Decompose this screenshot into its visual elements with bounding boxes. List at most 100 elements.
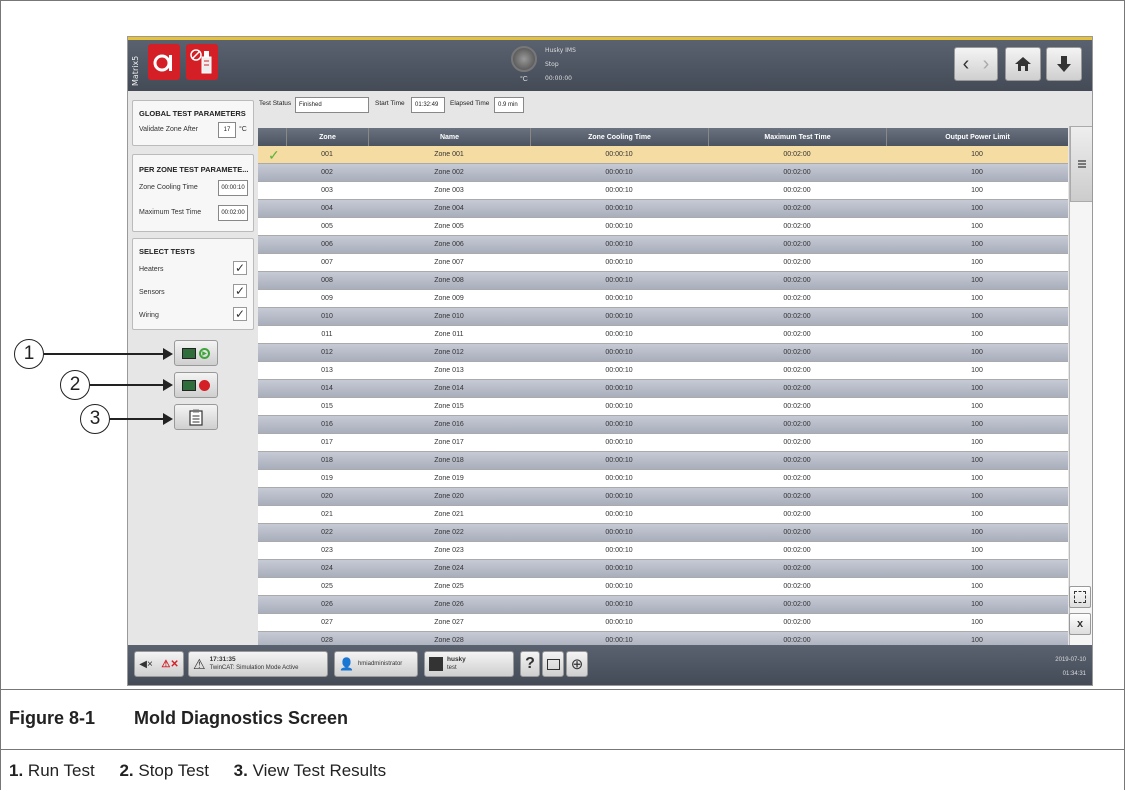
header-output-power-limit[interactable]: Output Power Limit xyxy=(886,128,1068,146)
table-cell: 00:00:10 xyxy=(605,349,633,356)
mold-diagnostics-button[interactable] xyxy=(186,44,218,80)
scroll-handle[interactable] xyxy=(1070,126,1092,202)
elapsed-time-label: Elapsed Time xyxy=(450,100,490,107)
global-test-parameters-panel: GLOBAL TEST PARAMETERS Validate Zone Aft… xyxy=(132,100,254,146)
table-cell: 100 xyxy=(971,511,983,518)
table-row[interactable]: 004 Zone 004 00:00:10 00:02:00 100 xyxy=(258,200,1068,218)
table-cell: 00:00:10 xyxy=(605,331,633,338)
header-check-col xyxy=(258,128,286,146)
table-row[interactable]: 015 Zone 015 00:00:10 00:02:00 100 xyxy=(258,398,1068,416)
table-cell: 100 xyxy=(971,367,983,374)
table-row[interactable]: 016 Zone 016 00:00:10 00:02:00 100 xyxy=(258,416,1068,434)
table-row[interactable]: 020 Zone 020 00:00:10 00:02:00 100 xyxy=(258,488,1068,506)
table-row[interactable]: 026 Zone 026 00:00:10 00:02:00 100 xyxy=(258,596,1068,614)
header-name[interactable]: Name xyxy=(368,128,530,146)
clock: 2019-07-10 01:34:31 xyxy=(1055,653,1086,681)
table-cell: 00:00:10 xyxy=(605,403,633,410)
table-row[interactable]: 012 Zone 012 00:00:10 00:02:00 100 xyxy=(258,344,1068,362)
table-cell: Zone 019 xyxy=(434,475,464,482)
table-row[interactable]: 011 Zone 011 00:00:10 00:02:00 100 xyxy=(258,326,1068,344)
table-cell: 00:02:00 xyxy=(783,511,811,518)
maximum-test-time-input[interactable]: 00:02:00 xyxy=(218,205,248,221)
table-row[interactable]: 025 Zone 025 00:00:10 00:02:00 100 xyxy=(258,578,1068,596)
mold-button[interactable]: husky test xyxy=(424,651,514,677)
table-cell: 00:02:00 xyxy=(783,187,811,194)
view-test-results-button[interactable] xyxy=(174,404,218,430)
table-cell: 100 xyxy=(971,547,983,554)
unit-label: °C xyxy=(239,126,247,133)
table-row[interactable]: 014 Zone 014 00:00:10 00:02:00 100 xyxy=(258,380,1068,398)
per-zone-parameters-panel: PER ZONE TEST PARAMETE... Zone Cooling T… xyxy=(132,154,254,232)
table-cell: Zone 005 xyxy=(434,223,464,230)
table-cell: 00:00:10 xyxy=(605,601,633,608)
heaters-checkbox[interactable]: ✓ xyxy=(233,261,247,275)
sensors-checkbox[interactable]: ✓ xyxy=(233,284,247,298)
table-row[interactable]: ✓ 001 Zone 001 00:00:10 00:02:00 100 xyxy=(258,146,1068,164)
back-arrow-icon[interactable]: ‹ xyxy=(956,53,976,76)
forward-arrow-icon[interactable]: › xyxy=(976,53,996,76)
altanium-logo-icon xyxy=(153,54,172,72)
select-all-button[interactable] xyxy=(1069,586,1091,608)
language-button[interactable]: ⊕ xyxy=(566,651,588,677)
table-row[interactable]: 007 Zone 007 00:00:10 00:02:00 100 xyxy=(258,254,1068,272)
table-row[interactable]: 002 Zone 002 00:00:10 00:02:00 100 xyxy=(258,164,1068,182)
table-cell: 00:00:10 xyxy=(605,367,633,374)
legend-text: Stop Test xyxy=(138,761,209,780)
user-button[interactable]: 👤 hmiadministrator xyxy=(334,651,418,677)
help-button[interactable]: ? xyxy=(520,651,540,677)
monitor-icon xyxy=(182,379,196,391)
table-row[interactable]: 013 Zone 013 00:00:10 00:02:00 100 xyxy=(258,362,1068,380)
down-arrow-icon xyxy=(1057,56,1071,72)
validate-zone-input[interactable]: 17 xyxy=(218,122,236,138)
table-row[interactable]: 008 Zone 008 00:00:10 00:02:00 100 xyxy=(258,272,1068,290)
stop-test-button[interactable] xyxy=(174,372,218,398)
callout-2-arrow xyxy=(90,379,173,391)
clear-selection-button[interactable]: x xyxy=(1069,613,1091,635)
table-cell: 00:02:00 xyxy=(783,601,811,608)
wiring-checkbox[interactable]: ✓ xyxy=(233,307,247,321)
table-cell: Zone 002 xyxy=(434,169,464,176)
test-status-field: Finished xyxy=(295,97,369,118)
table-cell: 00:02:00 xyxy=(783,241,811,248)
table-row[interactable]: 006 Zone 006 00:00:10 00:02:00 100 xyxy=(258,236,1068,254)
top-bar: Matrix5 °C Husky IMS Stop 00:00:00 ‹ › xyxy=(128,37,1092,91)
mold-icon xyxy=(429,657,443,671)
table-row[interactable]: 021 Zone 021 00:00:10 00:02:00 100 xyxy=(258,506,1068,524)
header-maximum-test-time[interactable]: Maximum Test Time xyxy=(708,128,886,146)
table-row[interactable]: 024 Zone 024 00:00:10 00:02:00 100 xyxy=(258,560,1068,578)
table-cell: 00:02:00 xyxy=(783,403,811,410)
mold-name: husky xyxy=(447,656,466,663)
table-row[interactable]: 019 Zone 019 00:00:10 00:02:00 100 xyxy=(258,470,1068,488)
table-row[interactable]: 018 Zone 018 00:00:10 00:02:00 100 xyxy=(258,452,1068,470)
table-row[interactable]: 027 Zone 027 00:00:10 00:02:00 100 xyxy=(258,614,1068,632)
legend-num: 1. xyxy=(9,761,24,780)
table-row[interactable]: 005 Zone 005 00:00:10 00:02:00 100 xyxy=(258,218,1068,236)
header-zone-cooling-time[interactable]: Zone Cooling Time xyxy=(530,128,708,146)
download-button[interactable] xyxy=(1046,47,1082,81)
table-cell: 012 xyxy=(321,349,333,356)
table-row[interactable]: 022 Zone 022 00:00:10 00:02:00 100 xyxy=(258,524,1068,542)
screenshot-button[interactable] xyxy=(542,651,564,677)
alarm-logo-button[interactable] xyxy=(148,44,180,80)
run-test-button[interactable]: ▶ xyxy=(174,340,218,366)
home-button[interactable] xyxy=(1005,47,1041,81)
table-row[interactable]: 010 Zone 010 00:00:10 00:02:00 100 xyxy=(258,308,1068,326)
table-cell: 009 xyxy=(321,295,333,302)
table-cell: 017 xyxy=(321,439,333,446)
table-cell: 007 xyxy=(321,259,333,266)
table-scrollbar[interactable] xyxy=(1069,126,1092,658)
table-cell: 00:00:10 xyxy=(605,547,633,554)
header-zone[interactable]: Zone xyxy=(286,128,368,146)
alarm-message-button[interactable]: ⚠ 17:31:35 TwinCAT: Simulation Mode Acti… xyxy=(188,651,328,677)
zone-cooling-time-input[interactable]: 00:00:10 xyxy=(218,180,248,196)
table-cell: 00:02:00 xyxy=(783,547,811,554)
table-cell: Zone 026 xyxy=(434,601,464,608)
zone-cooling-time-label: Zone Cooling Time xyxy=(139,184,198,191)
table-row[interactable]: 003 Zone 003 00:00:10 00:02:00 100 xyxy=(258,182,1068,200)
table-row[interactable]: 009 Zone 009 00:00:10 00:02:00 100 xyxy=(258,290,1068,308)
table-cell: 024 xyxy=(321,565,333,572)
table-row[interactable]: 023 Zone 023 00:00:10 00:02:00 100 xyxy=(258,542,1068,560)
table-row[interactable]: 017 Zone 017 00:00:10 00:02:00 100 xyxy=(258,434,1068,452)
alarm-reset-icon[interactable]: ⚠✕ xyxy=(161,659,178,670)
mute-icon[interactable]: ◀× xyxy=(139,659,153,670)
